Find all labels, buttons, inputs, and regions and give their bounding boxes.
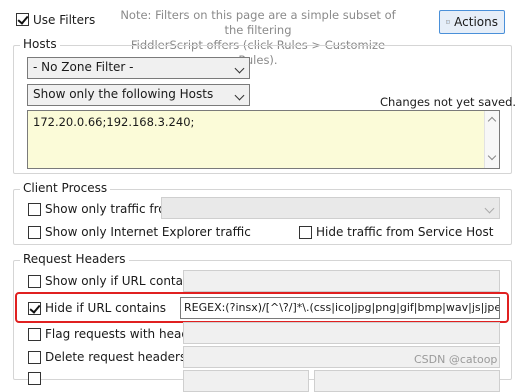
chevron-down-icon bbox=[484, 203, 495, 214]
changes-status: Changes not yet saved. bbox=[380, 95, 517, 109]
delete-headers-label: Delete request headers bbox=[45, 350, 187, 364]
process-dropdown[interactable] bbox=[161, 197, 500, 219]
zone-filter-dropdown[interactable]: - No Zone Filter - bbox=[27, 57, 250, 79]
zone-filter-value: - No Zone Filter - bbox=[33, 60, 134, 74]
show-only-traffic-from-label: Show only traffic from bbox=[45, 202, 178, 216]
hide-service-host-label: Hide traffic from Service Host bbox=[316, 225, 494, 239]
actions-icon bbox=[446, 20, 450, 24]
actions-button[interactable]: Actions bbox=[439, 10, 505, 34]
filters-note-line1: Note: Filters on this page are a simple … bbox=[120, 8, 396, 37]
actions-label: Actions bbox=[454, 15, 498, 29]
hide-service-host-checkbox[interactable] bbox=[299, 226, 312, 239]
show-only-ie-label: Show only Internet Explorer traffic bbox=[45, 225, 251, 239]
scroll-up-icon[interactable] bbox=[487, 116, 497, 126]
next-row-checkbox[interactable] bbox=[28, 372, 41, 385]
host-list-value: 172.20.0.66;192.168.3.240; bbox=[33, 115, 195, 129]
flag-headers-field[interactable] bbox=[183, 322, 500, 344]
chevron-down-icon bbox=[234, 63, 245, 74]
show-only-url-field[interactable] bbox=[183, 270, 500, 292]
next-row-field-right[interactable] bbox=[314, 370, 500, 392]
show-only-url-checkbox[interactable] bbox=[28, 275, 41, 288]
use-filters-checkbox[interactable] bbox=[16, 13, 29, 26]
chevron-down-icon bbox=[234, 90, 245, 101]
hosts-group-title: Hosts bbox=[20, 37, 60, 51]
next-row-field-left[interactable] bbox=[183, 370, 309, 392]
use-filters-label: Use Filters bbox=[33, 13, 96, 27]
client-process-group-title: Client Process bbox=[20, 181, 111, 195]
show-only-ie-checkbox[interactable] bbox=[28, 226, 41, 239]
host-filter-value: Show only the following Hosts bbox=[33, 87, 214, 101]
scroll-down-icon[interactable] bbox=[487, 151, 497, 161]
host-list-textarea[interactable]: 172.20.0.66;192.168.3.240; bbox=[27, 110, 500, 169]
delete-headers-checkbox[interactable] bbox=[28, 351, 41, 364]
flag-headers-checkbox[interactable] bbox=[28, 328, 41, 341]
host-list-scrollbar[interactable] bbox=[484, 111, 499, 168]
highlight-box bbox=[15, 292, 509, 323]
request-headers-group-title: Request Headers bbox=[20, 252, 129, 266]
watermark: CSDN @catoop bbox=[414, 353, 498, 366]
show-only-traffic-from-checkbox[interactable] bbox=[28, 203, 41, 216]
host-filter-dropdown[interactable]: Show only the following Hosts bbox=[27, 84, 250, 106]
show-only-url-label: Show only if URL contains bbox=[45, 274, 201, 288]
